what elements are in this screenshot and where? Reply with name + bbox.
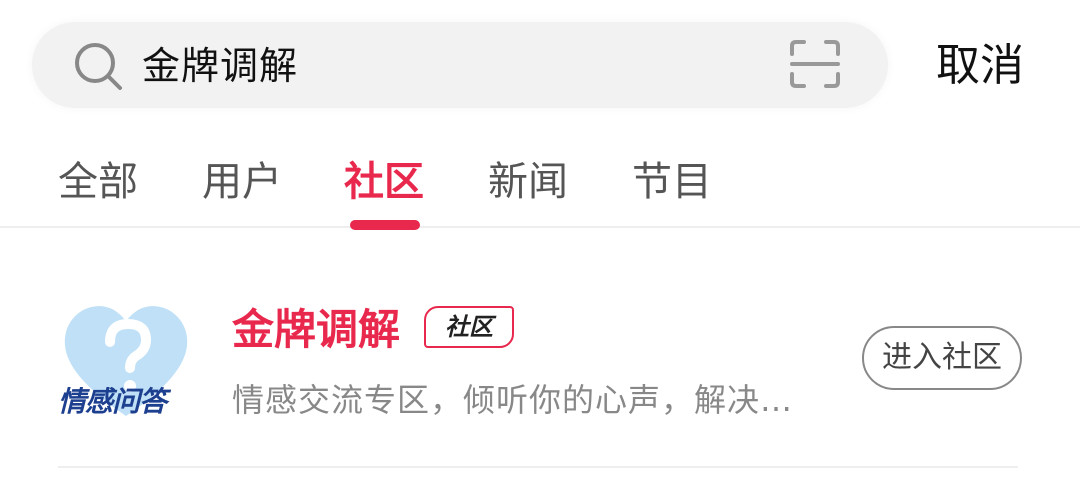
community-badge: 社区 (424, 306, 514, 348)
enter-community-button[interactable]: 进入社区 (862, 326, 1022, 390)
tab-all[interactable]: 全部 (58, 156, 138, 208)
result-description: 情感交流专区，倾听你的心声，解决… (232, 381, 794, 419)
list-divider (58, 466, 1018, 468)
tab-bar: 全部 用户 社区 新闻 节目 (0, 148, 1080, 230)
result-title[interactable]: 金牌调解 (232, 302, 400, 358)
cancel-button[interactable]: 取消 (936, 36, 1024, 96)
active-tab-indicator (350, 220, 420, 230)
tab-community[interactable]: 社区 (344, 156, 424, 208)
tab-users[interactable]: 用户 (202, 156, 282, 208)
tab-programs[interactable]: 节目 (632, 156, 712, 208)
thumbnail-caption: 情感问答 (58, 385, 167, 418)
scan-icon[interactable] (790, 40, 840, 88)
search-icon (75, 43, 122, 90)
tab-news[interactable]: 新闻 (488, 156, 568, 208)
search-header: 金牌调解 取消 (0, 0, 1080, 128)
search-input[interactable]: 金牌调解 (142, 40, 298, 92)
community-result-item[interactable]: 情感问答 金牌调解 社区 情感交流专区，倾听你的心声，解决… 进入社区 (0, 232, 1080, 472)
